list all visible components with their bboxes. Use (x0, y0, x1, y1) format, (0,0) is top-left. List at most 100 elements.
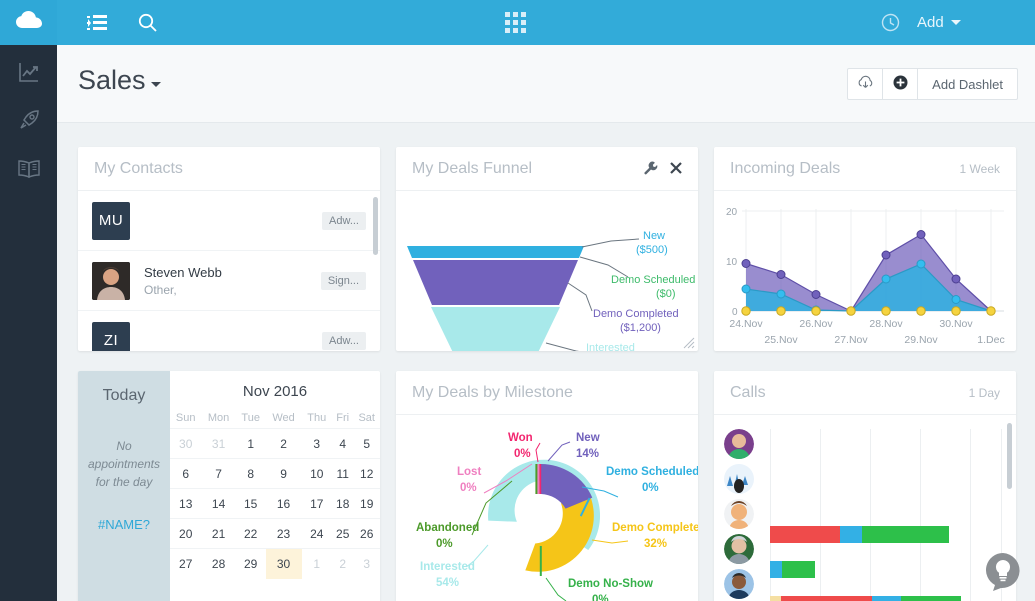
add-row-button[interactable] (882, 68, 919, 100)
donut-slice-demo-noshow (539, 546, 542, 576)
donut-label-won: Won (508, 432, 533, 444)
x-tick-24nov: 24.Nov (729, 318, 763, 330)
calendar-day[interactable]: 8 (235, 458, 266, 489)
calendar-day[interactable]: 3 (353, 548, 380, 579)
line-chart-icon (18, 61, 40, 88)
close-icon[interactable] (670, 161, 682, 176)
search-icon[interactable] (125, 0, 169, 45)
call-bar-row[interactable] (770, 596, 961, 601)
calendar-day[interactable]: 1 (235, 428, 266, 459)
calendar-day[interactable]: 19 (353, 488, 380, 519)
calendar-day[interactable]: 24 (301, 518, 332, 549)
calendar-day[interactable]: 30 (170, 428, 202, 459)
wrench-icon[interactable] (644, 161, 658, 177)
dashlet-title: My Deals by Milestone (412, 383, 573, 401)
dashlet-title: Calls (730, 383, 766, 401)
scrollbar[interactable] (1007, 423, 1012, 489)
list-item[interactable]: Steven Webb Other, Sign... (78, 251, 380, 311)
x-tick-1dec: 1.Dec (977, 334, 1004, 346)
donut-label-interested: Interested (420, 561, 475, 573)
dashlet-header: My Deals by Milestone (396, 371, 698, 415)
calendar-day[interactable]: 14 (201, 488, 236, 519)
avatar[interactable] (724, 464, 754, 494)
scrollbar[interactable] (373, 197, 378, 255)
calendar-day[interactable]: 7 (201, 458, 236, 489)
status-badge: Adw... (322, 211, 366, 230)
calendar-day[interactable]: 5 (353, 428, 380, 459)
calendar-day[interactable]: 25 (331, 518, 354, 549)
calendar-day[interactable]: 20 (170, 518, 202, 549)
donut-value-won: 0% (514, 448, 531, 460)
calendar-day[interactable]: 4 (331, 428, 354, 459)
status-badge: Sign... (320, 271, 366, 290)
avatar: MU (92, 201, 130, 240)
calendar-day-today[interactable]: 30 (265, 548, 302, 579)
calendar-weekday: Mon (207, 412, 230, 424)
avatar[interactable] (724, 429, 754, 459)
contacts-list: MU Adw... Steven Webb Other, Sign... ZI (78, 191, 380, 351)
calendar-day[interactable]: 2 (265, 428, 302, 459)
calendar-day[interactable]: 28 (201, 548, 236, 579)
sidebar-item-knowledge[interactable] (0, 151, 57, 189)
calendar-day[interactable]: 10 (301, 458, 332, 489)
calendar-day[interactable]: 23 (265, 518, 302, 549)
calendar-day[interactable]: 15 (235, 488, 266, 519)
avatar[interactable] (724, 569, 754, 599)
calendar-day[interactable]: 16 (265, 488, 302, 519)
x-tick-30nov: 30.Nov (939, 318, 973, 330)
bar-segment (840, 526, 862, 543)
sidebar-item-launch[interactable] (0, 103, 57, 141)
list-item[interactable]: ZI Adw... (78, 311, 380, 351)
app-grid-icon[interactable] (499, 0, 531, 45)
calendar-week-row: 20 21 22 23 24 25 26 (170, 518, 380, 549)
today-link[interactable]: #NAME? (86, 517, 162, 532)
lightbulb-help-icon (983, 553, 1023, 595)
calendar-day[interactable]: 31 (201, 428, 236, 459)
help-button[interactable] (983, 551, 1023, 591)
clock-icon[interactable] (868, 0, 912, 45)
calendar-day[interactable]: 29 (235, 548, 266, 579)
list-indent-icon[interactable] (75, 0, 119, 45)
calendar-day[interactable]: 3 (301, 428, 332, 459)
x-tick-26nov: 26.Nov (799, 318, 833, 330)
today-empty-text: No appointments for the day (87, 439, 161, 489)
add-menu-button[interactable]: Add (917, 0, 961, 45)
avatar[interactable] (724, 534, 754, 564)
calendar-day[interactable]: 18 (331, 488, 354, 519)
calendar-day[interactable]: 6 (170, 458, 202, 489)
dashlet-header: Incoming Deals 1 Week (714, 147, 1016, 191)
calendar-day[interactable]: 11 (331, 458, 354, 489)
download-dashboard-button[interactable] (847, 68, 884, 100)
call-bar-row[interactable] (770, 561, 815, 578)
calendar-day[interactable]: 22 (235, 518, 266, 549)
calendar-day[interactable]: 17 (301, 488, 332, 519)
dashlet-range: 1 Week (959, 161, 1000, 176)
chevron-down-icon (950, 20, 961, 25)
cloud-download-icon (857, 75, 874, 93)
calendar-day[interactable]: 21 (201, 518, 236, 549)
calendar-day[interactable]: 27 (170, 548, 202, 579)
list-item[interactable]: MU Adw... (78, 191, 380, 251)
calendar-day[interactable]: 9 (265, 458, 302, 489)
call-bar-row[interactable] (770, 526, 949, 543)
page-title[interactable]: Sales (78, 65, 161, 96)
bar-segment (770, 526, 840, 543)
app-logo[interactable] (0, 0, 57, 45)
sidebar-item-reports[interactable] (0, 55, 57, 93)
calendar-day[interactable]: 1 (301, 548, 332, 579)
bar-segment (901, 596, 961, 601)
calendar-day[interactable]: 26 (353, 518, 380, 549)
add-dashlet-button[interactable]: Add Dashlet (917, 68, 1018, 100)
resize-handle[interactable] (683, 336, 695, 349)
calendar-table: Sun Mon Tue Wed Thu Fri Sat 30 31 1 2 3 … (170, 408, 380, 579)
donut-label-lost: Lost (457, 466, 481, 478)
calendar-day[interactable]: 13 (170, 488, 202, 519)
calendar-pane: Nov 2016 Sun Mon Tue Wed Thu Fri Sat 30 … (170, 371, 380, 601)
left-sidebar (0, 0, 57, 601)
dashlet-header: My Contacts (78, 147, 380, 191)
avatar[interactable] (724, 499, 754, 529)
calendar-day[interactable]: 2 (331, 548, 354, 579)
x-tick-25nov: 25.Nov (764, 334, 798, 346)
calendar-day[interactable]: 12 (353, 458, 380, 489)
y-tick-10: 10 (726, 257, 738, 268)
